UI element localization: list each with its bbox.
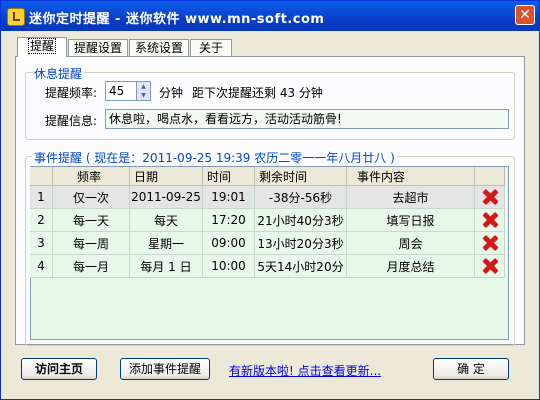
row-frequency: 每一周 [52, 231, 130, 255]
row-content: 填写日报 [346, 208, 475, 232]
row-index: 4 [30, 254, 53, 278]
table-row[interactable]: 2 每一天 每天 17:20 21小时40分3秒 填写日报 [30, 208, 505, 232]
row-content: 月度总结 [346, 254, 475, 278]
col-time-header[interactable]: 时间 [202, 167, 255, 186]
tab-system-settings[interactable]: 系统设置 [129, 39, 189, 56]
row-frequency: 每一月 [52, 254, 130, 278]
next-reminder-text: 距下次提醒还剩 43 分钟 [192, 86, 323, 100]
col-frequency-header[interactable]: 频率 [52, 167, 130, 186]
tab-reminder-settings[interactable]: 提醒设置 [68, 39, 128, 56]
ok-button[interactable]: 确 定 [433, 358, 509, 380]
row-frequency: 仅一次 [52, 185, 130, 209]
app-clock-icon [7, 8, 25, 26]
table-row[interactable]: 3 每一周 星期一 09:00 13小时20分3秒 周会 [30, 231, 505, 255]
frequency-label: 提醒频率: [45, 86, 98, 100]
event-reminder-group-label: 事件提醒 ( 现在是：2011-09-25 19:39 农历二零一一年八月廿八 … [32, 149, 397, 166]
delete-x-icon[interactable] [481, 234, 499, 252]
row-index: 2 [30, 208, 53, 232]
tab-reminder-label: 提醒 [27, 38, 56, 54]
update-link[interactable]: 有新版本啦! 点击查看更新... [229, 362, 381, 379]
row-time: 10:00 [202, 254, 255, 278]
row-date: 每月 1 日 [129, 254, 203, 278]
col-remaining-header[interactable]: 剩余时间 [254, 167, 347, 186]
delete-x-icon[interactable] [481, 188, 499, 206]
col-index-header [30, 167, 53, 186]
tab-about[interactable]: 关于 [190, 39, 232, 56]
row-content: 去超市 [346, 185, 475, 209]
app-window: 迷你定时提醒 - 迷你软件 www.mn-soft.com ✕ 提醒 提醒设置 … [0, 0, 540, 400]
rest-reminder-group-label: 休息提醒 [32, 65, 85, 82]
window-title: 迷你定时提醒 - 迷你软件 www.mn-soft.com [29, 12, 325, 27]
delete-event-button[interactable] [474, 185, 505, 209]
tab-reminder[interactable]: 提醒 [17, 37, 67, 57]
row-date: 2011-09-25 [129, 185, 203, 209]
row-date: 星期一 [129, 231, 203, 255]
row-index: 3 [30, 231, 53, 255]
add-event-button[interactable]: 添加事件提醒 [120, 358, 210, 380]
row-remaining: 21小时40分3秒 [254, 208, 347, 232]
row-remaining: 13小时20分3秒 [254, 231, 347, 255]
row-remaining: -38分-56秒 [254, 185, 347, 209]
message-input[interactable]: 休息啦，喝点水，看看远方，活动活动筋骨! [105, 109, 509, 129]
frequency-input[interactable]: 45 [105, 81, 137, 101]
table-row[interactable]: 4 每一月 每月 1 日 10:00 5天14小时20分 月度总结 [30, 254, 505, 278]
frequency-unit: 分钟 [159, 86, 184, 100]
rest-reminder-group: 休息提醒 [25, 65, 515, 140]
delete-event-button[interactable] [474, 254, 505, 278]
delete-event-button[interactable] [474, 208, 505, 232]
delete-x-icon[interactable] [481, 257, 499, 275]
col-date-header[interactable]: 日期 [129, 167, 203, 186]
col-delete-header [474, 167, 505, 186]
table-header: 频率 日期 时间 剩余时间 事件内容 [30, 167, 505, 186]
delete-x-icon[interactable] [481, 211, 499, 229]
table-row[interactable]: 1 仅一次 2011-09-25 19:01 -38分-56秒 去超市 [30, 185, 505, 209]
col-content-header[interactable]: 事件内容 [346, 167, 475, 186]
frequency-spinner[interactable]: ▲ ▼ [136, 81, 151, 101]
row-time: 17:20 [202, 208, 255, 232]
row-frequency: 每一天 [52, 208, 130, 232]
visit-homepage-button[interactable]: 访问主页 [21, 358, 97, 380]
close-button[interactable]: ✕ [515, 5, 535, 25]
message-label: 提醒信息: [45, 114, 98, 128]
row-remaining: 5天14小时20分 [254, 254, 347, 278]
delete-event-button[interactable] [474, 231, 505, 255]
event-table: 频率 日期 时间 剩余时间 事件内容 1 仅一次 2011-09-25 19:0… [30, 167, 505, 278]
row-date: 每天 [129, 208, 203, 232]
row-content: 周会 [346, 231, 475, 255]
spin-up-icon[interactable]: ▲ [137, 82, 150, 91]
row-time: 19:01 [202, 185, 255, 209]
row-index: 1 [30, 185, 53, 209]
spin-down-icon[interactable]: ▼ [137, 91, 150, 100]
title-bar[interactable]: 迷你定时提醒 - 迷你软件 www.mn-soft.com ✕ [1, 1, 539, 31]
row-time: 09:00 [202, 231, 255, 255]
